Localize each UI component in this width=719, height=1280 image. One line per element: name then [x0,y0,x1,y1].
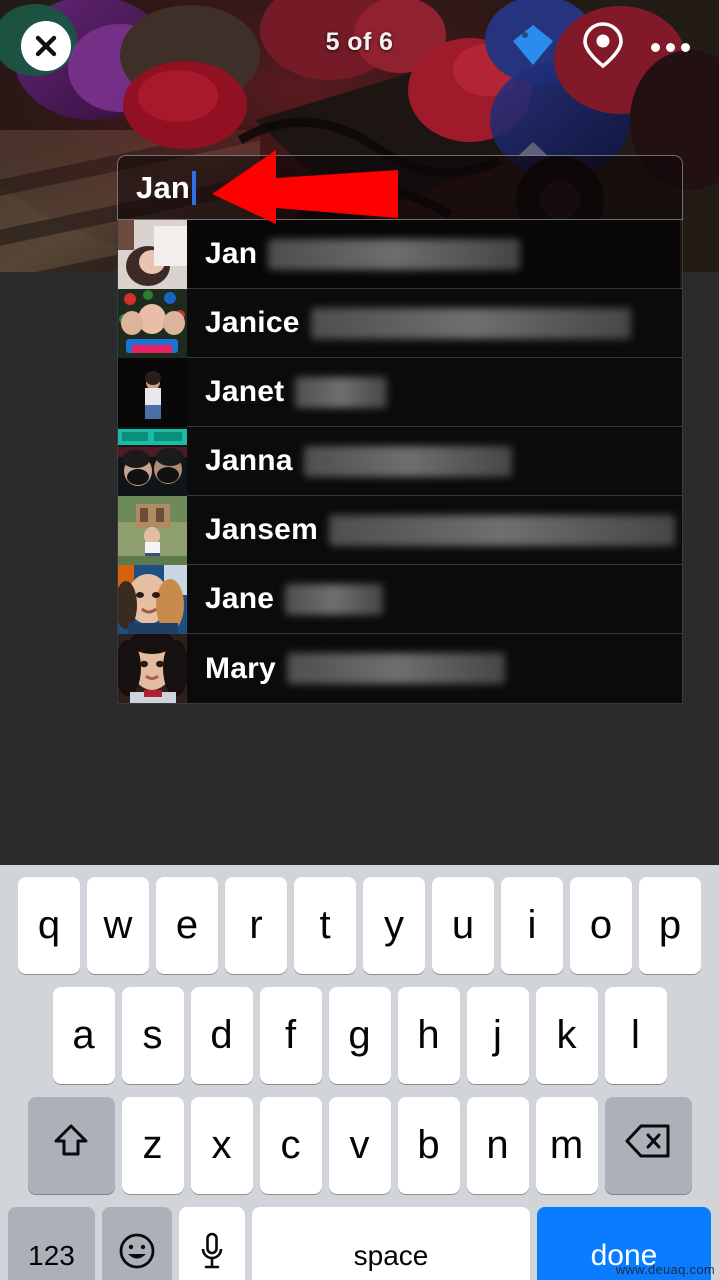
photo-viewer-topbar: 5 of 6 [0,0,719,92]
avatar [118,219,187,289]
backspace-icon [625,1123,671,1169]
key-r[interactable]: r [225,877,287,974]
space-key[interactable]: space [252,1207,530,1280]
key-l[interactable]: l [604,987,667,1084]
tag-icon [509,21,557,74]
key-a[interactable]: a [52,987,115,1084]
key-p[interactable]: p [639,877,701,974]
contact-first-name: Mary [205,651,276,685]
list-item-text: Jane [187,582,384,616]
contact-first-name: Janice [205,306,300,339]
contact-first-name: Janna [205,444,293,477]
contact-last-name-redacted [286,653,505,684]
key-n[interactable]: n [466,1097,529,1194]
list-item[interactable]: Janna [118,426,682,496]
dictation-key[interactable] [179,1207,245,1280]
key-g[interactable]: g [328,987,391,1084]
on-screen-keyboard: q w e r t y u i o p a s d f g h j k l z … [0,865,719,1280]
list-item[interactable]: Jan [118,219,682,289]
list-item[interactable]: Mary [118,634,682,703]
tag-name-input[interactable]: Jan [117,155,683,220]
text-cursor [192,170,197,205]
shift-icon [51,1121,91,1171]
contact-last-name-redacted [268,238,521,270]
more-options-icon [650,42,690,52]
contact-last-name-redacted [285,583,384,615]
list-item-text: Mary [187,652,505,686]
numbers-key[interactable]: 123 [8,1207,95,1280]
list-item[interactable]: Janet [118,357,682,427]
key-m[interactable]: m [535,1097,598,1194]
key-e[interactable]: e [156,877,218,974]
key-z[interactable]: z [121,1097,184,1194]
location-pin-icon [581,21,625,74]
avatar [118,634,187,703]
key-u[interactable]: u [432,877,494,974]
list-item[interactable]: Jansem [118,495,682,565]
list-item-text: Janna [187,444,512,478]
avatar [118,495,187,565]
contact-first-name: Jane [205,582,275,615]
photo-tagging-screen: 5 of 6 Jan Jan Janice Janet Janna Jansem… [0,0,719,1280]
key-k[interactable]: k [535,987,598,1084]
list-item[interactable]: Jane [118,564,682,634]
key-d[interactable]: d [190,987,253,1084]
keyboard-row-1: q w e r t y u i o p [0,877,719,974]
key-t[interactable]: t [294,877,356,974]
keyboard-row-2: a s d f g h j k l [0,987,719,1084]
contact-last-name-redacted [328,514,675,546]
contact-first-name: Jansem [205,513,318,546]
list-item-text: Janice [187,306,631,340]
more-options-button[interactable] [645,22,695,72]
key-b[interactable]: b [397,1097,460,1194]
keyboard-row-4: 123 space done [0,1207,719,1280]
microphone-icon [199,1232,225,1280]
popover-caret-icon [518,142,548,156]
emoji-icon [118,1232,156,1280]
avatar [118,288,187,358]
contact-last-name-redacted [295,376,388,408]
key-s[interactable]: s [121,987,184,1084]
contact-last-name-redacted [310,307,631,339]
list-item-text: Jan [187,237,521,271]
key-c[interactable]: c [259,1097,322,1194]
annotation-arrow-icon [210,148,400,231]
shift-key[interactable] [27,1097,115,1194]
key-q[interactable]: q [18,877,80,974]
site-watermark: www.deuaq.com [615,1262,715,1277]
avatar [118,357,187,427]
contact-last-name-redacted [303,445,512,477]
list-item-text: Janet [187,375,388,409]
list-item-text: Jansem [187,513,675,547]
key-v[interactable]: v [328,1097,391,1194]
keyboard-row-3: z x c v b n m [0,1097,719,1194]
avatar [118,426,187,496]
key-w[interactable]: w [87,877,149,974]
key-f[interactable]: f [259,987,322,1084]
key-o[interactable]: o [570,877,632,974]
key-i[interactable]: i [501,877,563,974]
tag-people-button[interactable] [508,22,558,72]
tag-name-popover: Jan Jan Janice Janet Janna Jansem Jane M… [117,142,683,704]
tag-suggestion-list[interactable]: Jan Janice Janet Janna Jansem Jane Mary [117,219,683,704]
emoji-key[interactable] [102,1207,172,1280]
contact-first-name: Janet [205,375,285,408]
key-h[interactable]: h [397,987,460,1084]
add-location-button[interactable] [578,21,628,74]
key-x[interactable]: x [190,1097,253,1194]
list-item[interactable]: Janice [118,288,682,358]
key-y[interactable]: y [363,877,425,974]
key-j[interactable]: j [466,987,529,1084]
avatar [118,564,187,634]
contact-first-name: Jan [205,237,258,270]
backspace-key[interactable] [604,1097,692,1194]
tag-name-input-value: Jan [136,170,191,205]
